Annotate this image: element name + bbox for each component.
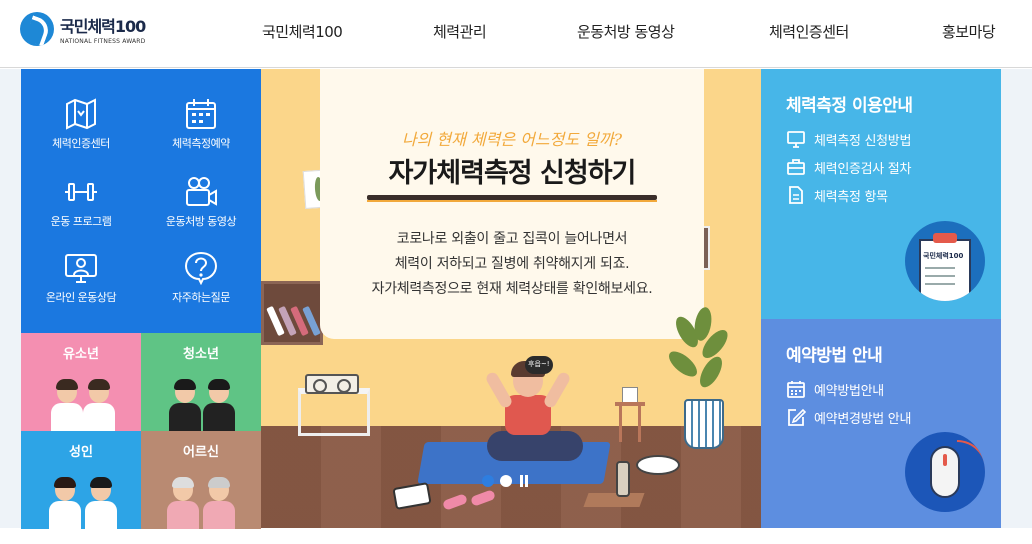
age-tile-teen[interactable]: 청소년	[141, 333, 261, 431]
link-label: 예약방법안내	[814, 383, 884, 399]
site-header: 국민체력100 NATIONAL FITNESS AWARD 국민체력100 체…	[0, 0, 1032, 68]
age-tile-youth[interactable]: 유소년	[21, 333, 141, 431]
panel-title[interactable]: 체력측정 이용안내	[786, 91, 913, 116]
slide-controls	[482, 472, 530, 490]
measurement-guide-panel: 체력측정 이용안내 체력측정 신청방법 체력인증검사 절차 체력측정 항목 국민…	[761, 69, 1001, 319]
link-label: 체력측정 신청방법	[814, 133, 912, 149]
senior-photo	[167, 477, 199, 529]
calendar-icon	[787, 381, 805, 398]
teen-photo	[203, 379, 235, 431]
link-certification-procedure[interactable]: 체력인증검사 절차	[786, 157, 911, 177]
banner-message-card: 나의 현재 체력은 어느정도 일까? 자가체력측정 신청하기 코로나로 외출이 …	[320, 69, 704, 339]
senior-photo	[203, 477, 235, 529]
nav-item-certification-center[interactable]: 체력인증센터	[769, 21, 849, 42]
radio-illustration	[305, 374, 359, 394]
main-banner[interactable]: 나의 현재 체력은 어느정도 일까? 자가체력측정 신청하기 코로나로 외출이 …	[261, 69, 761, 528]
cat-plate-illustration	[636, 455, 680, 475]
link-label: 예약변경방법 안내	[814, 411, 912, 427]
speech-bubble-text: 후읍~!	[528, 360, 550, 368]
child-photo	[51, 379, 83, 431]
slide-dot-1[interactable]	[482, 475, 494, 487]
nav-item-fitness100[interactable]: 국민체력100	[262, 21, 343, 42]
plant-illustration	[664, 305, 733, 403]
bookshelf-illustration	[261, 281, 323, 345]
link-reservation-method[interactable]: 예약방법안내	[786, 379, 884, 399]
banner-description: 코로나로 외출이 줄고 집콕이 늘어나면서 체력이 저하되고 질병에 취약해지게…	[320, 227, 704, 302]
monitor-icon	[787, 131, 805, 148]
clipboard-logo-text: 국민체력100	[923, 252, 964, 260]
monitor-person-icon	[65, 254, 97, 283]
banner-subtitle: 나의 현재 체력은 어느정도 일까?	[401, 130, 623, 149]
page-background-left	[0, 69, 21, 528]
stool-illustration	[615, 402, 645, 442]
quick-item-label: 자주하는질문	[172, 291, 230, 304]
age-tile-label: 유소년	[63, 347, 99, 362]
link-measurement-apply[interactable]: 체력측정 신청방법	[786, 129, 911, 149]
clipboard-illustration: 국민체력100	[905, 221, 985, 301]
tray-illustration	[583, 493, 645, 507]
side-table-illustration	[298, 388, 370, 436]
speech-bubble: 후읍~!	[525, 356, 553, 374]
logo-title: 국민체력100	[60, 17, 146, 36]
link-reservation-change[interactable]: 예약변경방법 안내	[786, 407, 911, 427]
link-label: 체력인증검사 절차	[814, 161, 912, 177]
quick-menu: 체력인증센터 체력측정예약 운동 프로그램 운동처방 동영상 온라인 운동상담 …	[21, 69, 261, 333]
calendar-icon	[186, 99, 216, 129]
child-photo	[83, 379, 115, 431]
adult-photo	[85, 477, 117, 529]
map-icon	[66, 98, 96, 130]
briefcase-icon	[787, 159, 805, 175]
nav-item-fitness-care[interactable]: 체력관리	[433, 21, 487, 42]
quick-item-label: 체력인증센터	[52, 137, 110, 150]
quick-item-label: 체력측정예약	[172, 137, 230, 150]
age-tile-senior[interactable]: 어르신	[141, 431, 261, 529]
adult-photo	[49, 477, 81, 529]
bottle-illustration	[616, 461, 630, 497]
quick-item-reservation[interactable]: 체력측정예약	[141, 97, 261, 173]
question-icon	[184, 251, 218, 285]
logo-subtitle: NATIONAL FITNESS AWARD	[60, 38, 146, 45]
banner-desc-line: 코로나로 외출이 줄고 집콕이 늘어나면서	[396, 231, 628, 247]
nav-item-promotion[interactable]: 홍보마당	[942, 21, 996, 42]
edit-icon	[788, 408, 806, 426]
quick-item-exercise-videos[interactable]: 운동처방 동영상	[141, 175, 261, 251]
slide-dot-2[interactable]	[500, 475, 512, 487]
quick-item-label: 온라인 운동상담	[45, 291, 117, 304]
site-logo[interactable]: 국민체력100 NATIONAL FITNESS AWARD	[20, 9, 160, 49]
banner-desc-line: 자가체력측정으로 현재 체력상태를 확인해보세요.	[371, 281, 653, 297]
logo-runner-icon	[20, 12, 54, 46]
quick-item-faq[interactable]: 자주하는질문	[141, 251, 261, 327]
small-plant-illustration	[622, 387, 638, 403]
page-background-right	[1001, 69, 1032, 528]
age-tile-adult[interactable]: 성인	[21, 431, 141, 529]
quick-item-label: 운동 프로그램	[50, 215, 112, 228]
video-camera-icon	[186, 177, 217, 206]
panel-title[interactable]: 예약방법 안내	[786, 341, 883, 366]
age-tile-label: 성인	[69, 445, 93, 460]
reservation-guide-panel: 예약방법 안내 예약방법안내 예약변경방법 안내	[761, 319, 1001, 528]
document-icon	[789, 186, 803, 204]
age-tile-label: 청소년	[183, 347, 219, 362]
quick-item-exercise-program[interactable]: 운동 프로그램	[21, 175, 141, 251]
quick-item-label: 운동처방 동영상	[165, 215, 237, 228]
banner-title: 자가체력측정 신청하기	[388, 158, 637, 189]
mouse-illustration	[905, 432, 985, 512]
dumbbell-icon	[65, 183, 97, 201]
quick-item-certification-center[interactable]: 체력인증센터	[21, 97, 141, 173]
teen-photo	[169, 379, 201, 431]
link-measurement-items[interactable]: 체력측정 항목	[786, 185, 888, 205]
banner-title-underline	[367, 195, 657, 202]
plant-pot-illustration	[684, 399, 724, 449]
quick-item-online-consult[interactable]: 온라인 운동상담	[21, 251, 141, 327]
link-label: 체력측정 항목	[814, 189, 888, 205]
banner-desc-line: 체력이 저하되고 질병에 취약해지게 되죠.	[394, 256, 630, 272]
pause-icon[interactable]	[518, 475, 530, 487]
age-tile-label: 어르신	[183, 445, 219, 460]
nav-item-exercise-videos[interactable]: 운동처방 동영상	[577, 21, 675, 42]
